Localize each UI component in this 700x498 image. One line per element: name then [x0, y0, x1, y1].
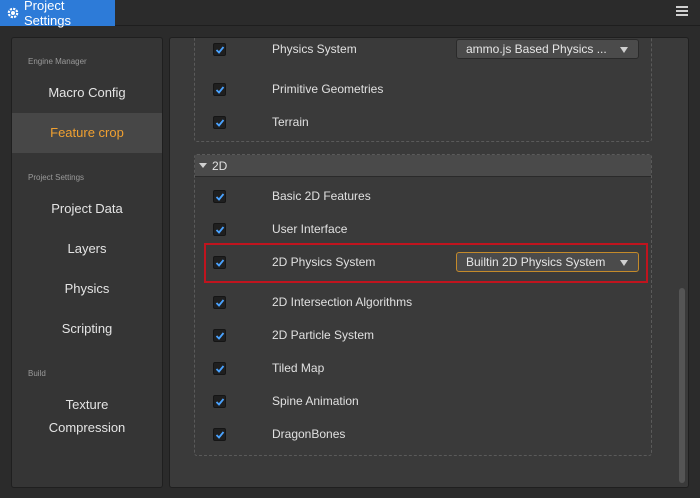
feature-label: 2D Particle System — [272, 328, 375, 342]
checkmark-icon — [215, 86, 225, 94]
sidebar-item-physics[interactable]: Physics — [12, 281, 162, 296]
feature-row: Spine Animation — [195, 390, 651, 414]
dropdown-value: ammo.js Based Physics ... — [466, 42, 607, 56]
feature-label: Physics System — [272, 42, 357, 56]
feature-group-3d: Physics System ammo.js Based Physics ...… — [194, 38, 652, 142]
sidebar-item-project-data[interactable]: Project Data — [12, 201, 162, 216]
texture-compression-line2: Compression — [48, 420, 126, 435]
sidebar-item-layers[interactable]: Layers — [12, 241, 162, 256]
group-title: 2D — [212, 158, 228, 173]
checkbox[interactable] — [213, 329, 226, 342]
group-header-2d[interactable]: 2D — [195, 155, 651, 177]
checkmark-icon — [215, 398, 225, 406]
feature-label: Spine Animation — [272, 394, 359, 408]
checkmark-icon — [215, 332, 225, 340]
checkbox[interactable] — [213, 296, 226, 309]
feature-label: 2D Intersection Algorithms — [272, 295, 413, 309]
feature-row: User Interface — [195, 218, 651, 242]
title-bar: Project Settings — [0, 0, 700, 28]
dropdown-arrow-icon — [620, 47, 628, 53]
tab-title: Project Settings — [24, 0, 71, 28]
checkbox[interactable] — [213, 223, 226, 236]
scrollbar[interactable] — [679, 288, 685, 483]
hamburger-menu-icon[interactable] — [676, 6, 688, 18]
feature-row: Primitive Geometries — [195, 78, 651, 102]
checkbox[interactable] — [213, 83, 226, 96]
feature-label: User Interface — [272, 222, 348, 236]
sidebar-item-feature-crop[interactable]: Feature crop — [12, 113, 162, 153]
feature-group-2d: 2D Basic 2D Features User Interface 2D P… — [194, 154, 652, 456]
feature-panel: Physics System ammo.js Based Physics ...… — [169, 37, 689, 488]
sidebar-item-macro-config[interactable]: Macro Config — [12, 85, 162, 100]
section-label-project-settings: Project Settings — [28, 173, 85, 182]
feature-row: DragonBones — [195, 423, 651, 447]
feature-label: Tiled Map — [272, 361, 325, 375]
section-label-build: Build — [28, 369, 46, 378]
physics-system-dropdown[interactable]: ammo.js Based Physics ... — [456, 39, 639, 59]
feature-row: Terrain — [195, 111, 651, 135]
checkmark-icon — [215, 46, 225, 54]
feature-row: 2D Intersection Algorithms — [195, 291, 651, 315]
sidebar: Engine Manager Macro Config Feature crop… — [11, 37, 163, 488]
feature-row: Tiled Map — [195, 357, 651, 381]
checkmark-icon — [215, 193, 225, 201]
collapse-triangle-icon — [199, 163, 207, 168]
section-label-engine-manager: Engine Manager — [28, 57, 87, 66]
feature-label: Basic 2D Features — [272, 189, 371, 203]
checkbox[interactable] — [213, 362, 226, 375]
checkmark-icon — [215, 431, 225, 439]
feature-label: DragonBones — [272, 427, 346, 441]
sidebar-item-texture-compression[interactable]: Texture Compression — [12, 397, 162, 435]
feature-row: Basic 2D Features — [195, 185, 651, 209]
checkbox[interactable] — [213, 43, 226, 56]
highlight-annotation-box — [204, 243, 648, 283]
checkbox[interactable] — [213, 428, 226, 441]
checkbox[interactable] — [213, 190, 226, 203]
sidebar-item-scripting[interactable]: Scripting — [12, 321, 162, 336]
texture-compression-line1: Texture — [65, 397, 109, 412]
checkmark-icon — [215, 119, 225, 127]
feature-row: Physics System ammo.js Based Physics ... — [195, 38, 651, 62]
checkmark-icon — [215, 299, 225, 307]
checkmark-icon — [215, 226, 225, 234]
feature-label: Primitive Geometries — [272, 82, 384, 96]
checkbox[interactable] — [213, 116, 226, 129]
checkbox[interactable] — [213, 395, 226, 408]
gear-icon — [7, 7, 19, 19]
tab-project-settings[interactable]: Project Settings — [0, 0, 115, 28]
feature-label: Terrain — [272, 115, 309, 129]
feature-row: 2D Particle System — [195, 324, 651, 348]
checkmark-icon — [215, 365, 225, 373]
